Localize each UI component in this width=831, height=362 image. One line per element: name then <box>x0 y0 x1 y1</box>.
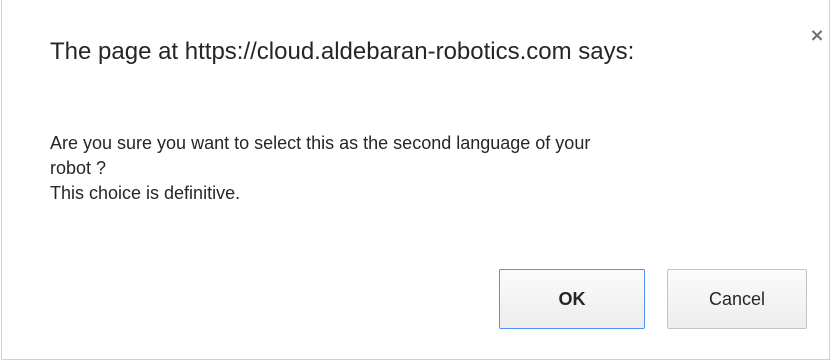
dialog-title: The page at https://cloud.aldebaran-robo… <box>50 38 635 65</box>
ok-button[interactable]: OK <box>499 269 645 329</box>
message-line: This choice is definitive. <box>50 183 241 203</box>
dialog-buttons: OK Cancel <box>499 269 807 329</box>
message-line: robot ? <box>50 158 107 178</box>
cancel-button[interactable]: Cancel <box>667 269 807 329</box>
message-line: Are you sure you want to select this as … <box>50 133 591 153</box>
close-icon[interactable]: × <box>807 26 827 46</box>
dialog-message: Are you sure you want to select this as … <box>50 131 810 206</box>
alert-dialog: × The page at https://cloud.aldebaran-ro… <box>1 0 830 360</box>
